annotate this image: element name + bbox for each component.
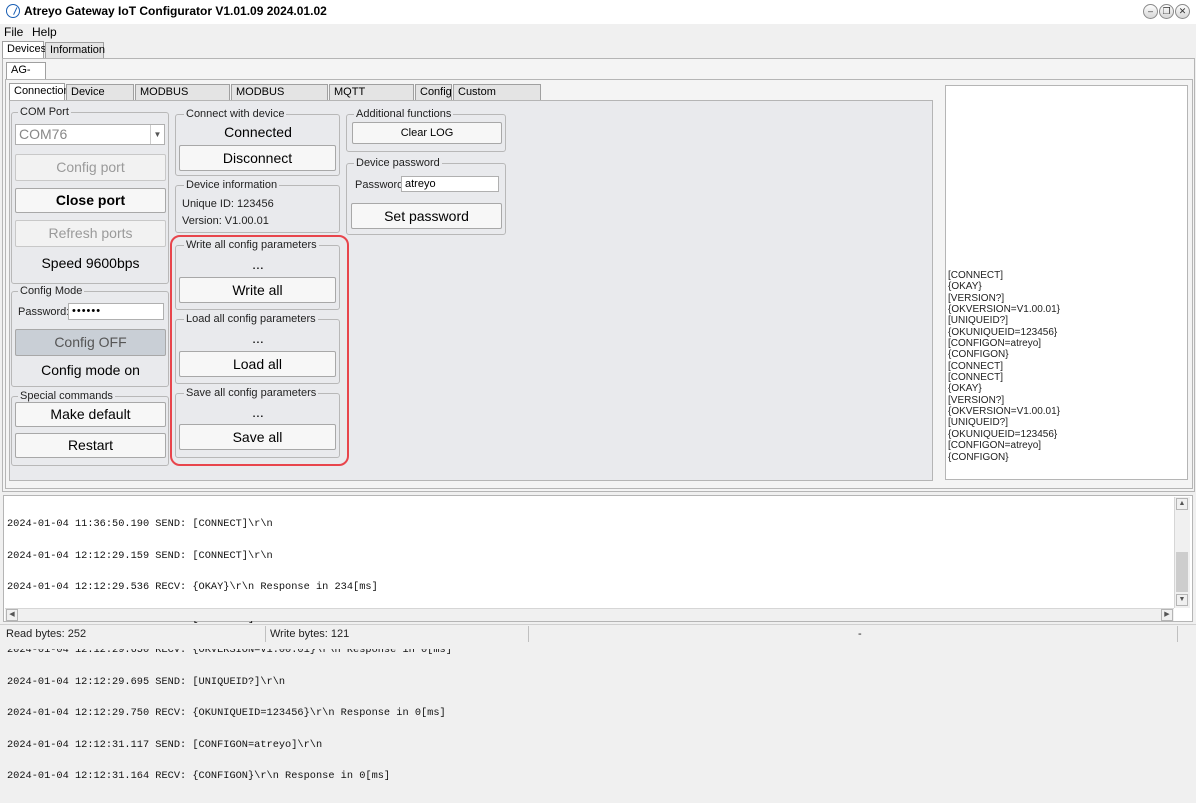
log-line: 2024-01-04 12:12:31.164 RECV: {CONFIGON}… [7, 770, 391, 782]
device-password-legend: Device password [354, 157, 442, 169]
write-all-legend: Write all config parameters [184, 239, 319, 251]
tab-config[interactable]: Config [415, 84, 452, 101]
restart-button[interactable]: Restart [15, 433, 166, 458]
config-password-field[interactable]: •••••• [68, 303, 164, 320]
read-bytes-status: Read bytes: 252 [6, 628, 87, 640]
response-line: {OKVERSION=V1.00.01} [948, 304, 1061, 316]
config-mode-legend: Config Mode [18, 285, 85, 297]
response-line: {OKVERSION=V1.00.01} [948, 406, 1061, 418]
set-password-button[interactable]: Set password [351, 203, 502, 229]
chevron-down-icon[interactable]: ▼ [150, 125, 164, 144]
response-line: [VERSION?] [948, 394, 1005, 406]
response-line: {OKAY} [948, 281, 982, 293]
scroll-down-icon[interactable]: ▼ [1176, 594, 1188, 606]
config-mode-status: Config mode on [41, 362, 140, 378]
menu-help[interactable]: Help [32, 25, 57, 39]
response-line: {CONFIGON} [948, 349, 1009, 361]
config-password-label: Password: [18, 306, 70, 318]
com-port-select[interactable]: COM76 ▼ [15, 124, 165, 145]
tab-modbus-commands[interactable]: MODBUS Commands [135, 84, 230, 113]
load-all-status: ... [252, 330, 264, 346]
disconnect-button[interactable]: Disconnect [179, 145, 336, 171]
speed-label: Speed 9600bps [41, 255, 140, 271]
tab-device-option[interactable]: Device Option [66, 84, 134, 113]
unique-id-text: Unique ID: 123456 [182, 198, 274, 210]
response-line: {OKUNIQUEID=123456} [948, 428, 1058, 440]
status-divider [265, 626, 266, 642]
scroll-right-icon[interactable]: ▶ [1161, 609, 1173, 621]
write-bytes-status: Write bytes: 121 [270, 628, 350, 640]
save-all-status: ... [252, 404, 264, 420]
tab-information[interactable]: Information [45, 42, 105, 59]
refresh-ports-button[interactable]: Refresh ports [15, 220, 166, 247]
log-line: 2024-01-04 12:12:29.750 RECV: {OKUNIQUEI… [7, 707, 446, 719]
vertical-scroll-thumb[interactable] [1176, 552, 1188, 592]
load-all-legend: Load all config parameters [184, 313, 318, 325]
write-all-button[interactable]: Write all [179, 277, 336, 303]
save-all-legend: Save all config parameters [184, 387, 319, 399]
write-all-status: ... [252, 256, 264, 272]
special-commands-legend: Special commands [18, 390, 115, 402]
response-line: {CONFIGON} [948, 451, 1009, 463]
log-line: 2024-01-04 12:12:29.159 SEND: [CONNECT]\… [7, 549, 273, 562]
menu-file[interactable]: File [4, 25, 23, 39]
tab-ag-201[interactable]: AG-201 [6, 62, 46, 91]
window-title: Atreyo Gateway IoT Configurator V1.01.09… [24, 4, 327, 18]
clear-log-button[interactable]: Clear LOG [352, 122, 502, 144]
communication-log: 2024-01-04 11:36:50.190 SEND: [CONNECT]\… [3, 495, 1193, 781]
minimize-icon[interactable]: – [1143, 4, 1158, 19]
response-line: [UNIQUEID?] [948, 315, 1009, 327]
app-logo-icon [6, 4, 20, 18]
status-extra: - [858, 628, 862, 640]
response-line: {OKAY} [948, 383, 982, 395]
connect-legend: Connect with device [184, 108, 287, 120]
status-divider [1177, 626, 1178, 642]
response-line: {OKUNIQUEID=123456} [948, 326, 1058, 338]
log-lines: 2024-01-04 11:36:50.190 SEND: [CONNECT]\… [7, 498, 452, 803]
com-port-value: COM76 [19, 126, 68, 142]
horizontal-scrollbar[interactable] [5, 608, 1174, 621]
log-line: 2024-01-04 12:12:29.536 RECV: {OKAY}\r\n… [7, 581, 378, 593]
close-port-button[interactable]: Close port [15, 188, 166, 213]
save-all-button[interactable]: Save all [179, 424, 336, 450]
device-password-label: Password: [355, 179, 407, 191]
config-port-button[interactable]: Config port [15, 154, 166, 181]
response-line: [CONNECT] [948, 360, 1003, 372]
response-line: [VERSION?] [948, 292, 1005, 304]
com-port-legend: COM Port [18, 106, 71, 118]
log-line: 2024-01-04 12:12:31.117 SEND: [CONFIGON=… [7, 738, 323, 751]
config-off-button[interactable]: Config OFF [15, 329, 166, 356]
response-line: [CONNECT] [948, 372, 1003, 384]
status-divider [528, 626, 529, 642]
device-password-field[interactable]: atreyo [401, 176, 499, 192]
response-log-panel: [CONNECT] {OKAY} [VERSION?] {OKVERSION=V… [945, 85, 1188, 480]
version-text: Version: V1.00.01 [182, 215, 269, 227]
response-line: [CONFIGON=atreyo] [948, 338, 1042, 350]
device-info-legend: Device information [184, 179, 280, 191]
response-line: [CONFIGON=atreyo] [948, 440, 1042, 452]
menu-bar [0, 24, 1196, 41]
make-default-button[interactable]: Make default [15, 402, 166, 427]
tab-modbus-parameters[interactable]: MODBUS Parameters [231, 84, 328, 113]
scroll-left-icon[interactable]: ◀ [6, 609, 18, 621]
tab-custom-commands[interactable]: Custom commands [453, 84, 541, 113]
response-line: [UNIQUEID?] [948, 417, 1009, 429]
additional-functions-legend: Additional functions [354, 108, 454, 120]
connection-status: Connected [224, 124, 292, 140]
tab-devices[interactable]: Devices [2, 41, 46, 59]
load-all-button[interactable]: Load all [179, 351, 336, 377]
tab-connection[interactable]: Connection [9, 83, 70, 101]
scroll-up-icon[interactable]: ▲ [1176, 498, 1188, 510]
response-log-lines: [CONNECT] {OKAY} [VERSION?] {OKVERSION=V… [948, 270, 1060, 463]
response-line: [CONNECT] [948, 270, 1003, 281]
close-icon[interactable]: ✕ [1175, 4, 1190, 19]
restore-icon[interactable]: ❐ [1159, 4, 1174, 19]
log-line: 2024-01-04 12:12:29.695 SEND: [UNIQUEID?… [7, 675, 286, 688]
tab-mqtt-parameters[interactable]: MQTT Parameters [329, 84, 414, 113]
log-line: 2024-01-04 11:36:50.190 SEND: [CONNECT]\… [7, 518, 273, 530]
status-bar [0, 624, 1196, 649]
